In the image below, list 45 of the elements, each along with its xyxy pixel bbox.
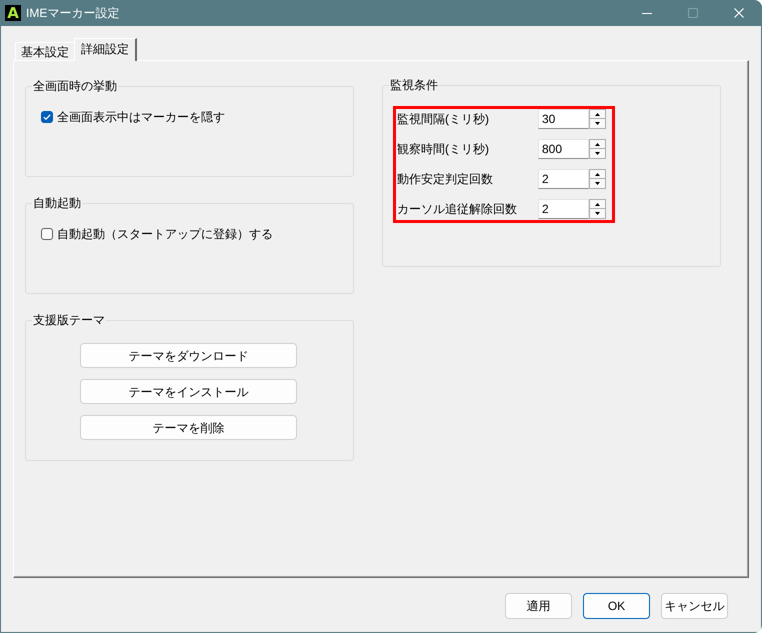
group-title: 全画面時の挙動 bbox=[32, 79, 118, 93]
number-field[interactable]: 30 bbox=[538, 109, 589, 129]
theme-button[interactable]: テーマをインストール bbox=[80, 379, 297, 404]
tab[interactable]: 基本設定 bbox=[15, 42, 74, 60]
up-arrow-icon bbox=[595, 112, 600, 116]
up-arrow-icon bbox=[595, 202, 600, 206]
minimize-icon[interactable] bbox=[642, 12, 652, 14]
field-label: カーソル追従解除回数 bbox=[397, 202, 518, 216]
spin-up-button[interactable] bbox=[589, 169, 606, 179]
up-arrow-icon bbox=[595, 172, 600, 176]
spin-down-button[interactable] bbox=[589, 179, 606, 189]
tab[interactable]: 詳細設定 bbox=[74, 38, 137, 61]
group-title: 自動起動 bbox=[32, 196, 82, 210]
number-field[interactable]: 2 bbox=[538, 199, 589, 219]
spin-down-button[interactable] bbox=[589, 209, 606, 219]
down-arrow-icon bbox=[595, 152, 600, 155]
spin-up-button[interactable] bbox=[589, 139, 606, 149]
theme-button[interactable]: テーマをダウンロード bbox=[80, 343, 297, 368]
dialog-button[interactable]: OK bbox=[583, 593, 650, 619]
spin-up-button[interactable] bbox=[589, 199, 606, 209]
down-arrow-icon bbox=[595, 182, 600, 185]
number-field[interactable]: 800 bbox=[538, 139, 589, 159]
checkbox-label[interactable]: 自動起動（スタートアップに登録）する bbox=[57, 227, 273, 241]
close-icon[interactable] bbox=[734, 8, 744, 18]
field-label: 観察時間(ミリ秒) bbox=[397, 142, 490, 156]
window-title: IMEマーカー設定 bbox=[26, 6, 120, 20]
spin-down-button[interactable] bbox=[589, 119, 606, 129]
group-title: 監視条件 bbox=[389, 78, 439, 92]
spin-down-button[interactable] bbox=[589, 149, 606, 159]
field-label: 動作安定判定回数 bbox=[397, 172, 494, 186]
checkbox[interactable] bbox=[41, 228, 53, 240]
field-label: 監視間隔(ミリ秒) bbox=[397, 112, 490, 126]
dialog-button[interactable]: 適用 bbox=[505, 593, 572, 619]
down-arrow-icon bbox=[595, 122, 600, 125]
checkbox[interactable] bbox=[41, 111, 53, 123]
theme-button[interactable]: テーマを削除 bbox=[80, 415, 297, 440]
checkbox-label[interactable]: 全画面表示中はマーカーを隠す bbox=[57, 110, 225, 124]
app-logo: A bbox=[5, 5, 21, 21]
down-arrow-icon bbox=[595, 212, 600, 215]
checkmark-icon bbox=[43, 114, 51, 120]
number-field[interactable]: 2 bbox=[538, 169, 589, 189]
up-arrow-icon bbox=[595, 142, 600, 146]
dialog-button[interactable]: キャンセル bbox=[661, 593, 728, 619]
group-title: 支援版テーマ bbox=[32, 313, 106, 327]
spin-up-button[interactable] bbox=[589, 109, 606, 119]
